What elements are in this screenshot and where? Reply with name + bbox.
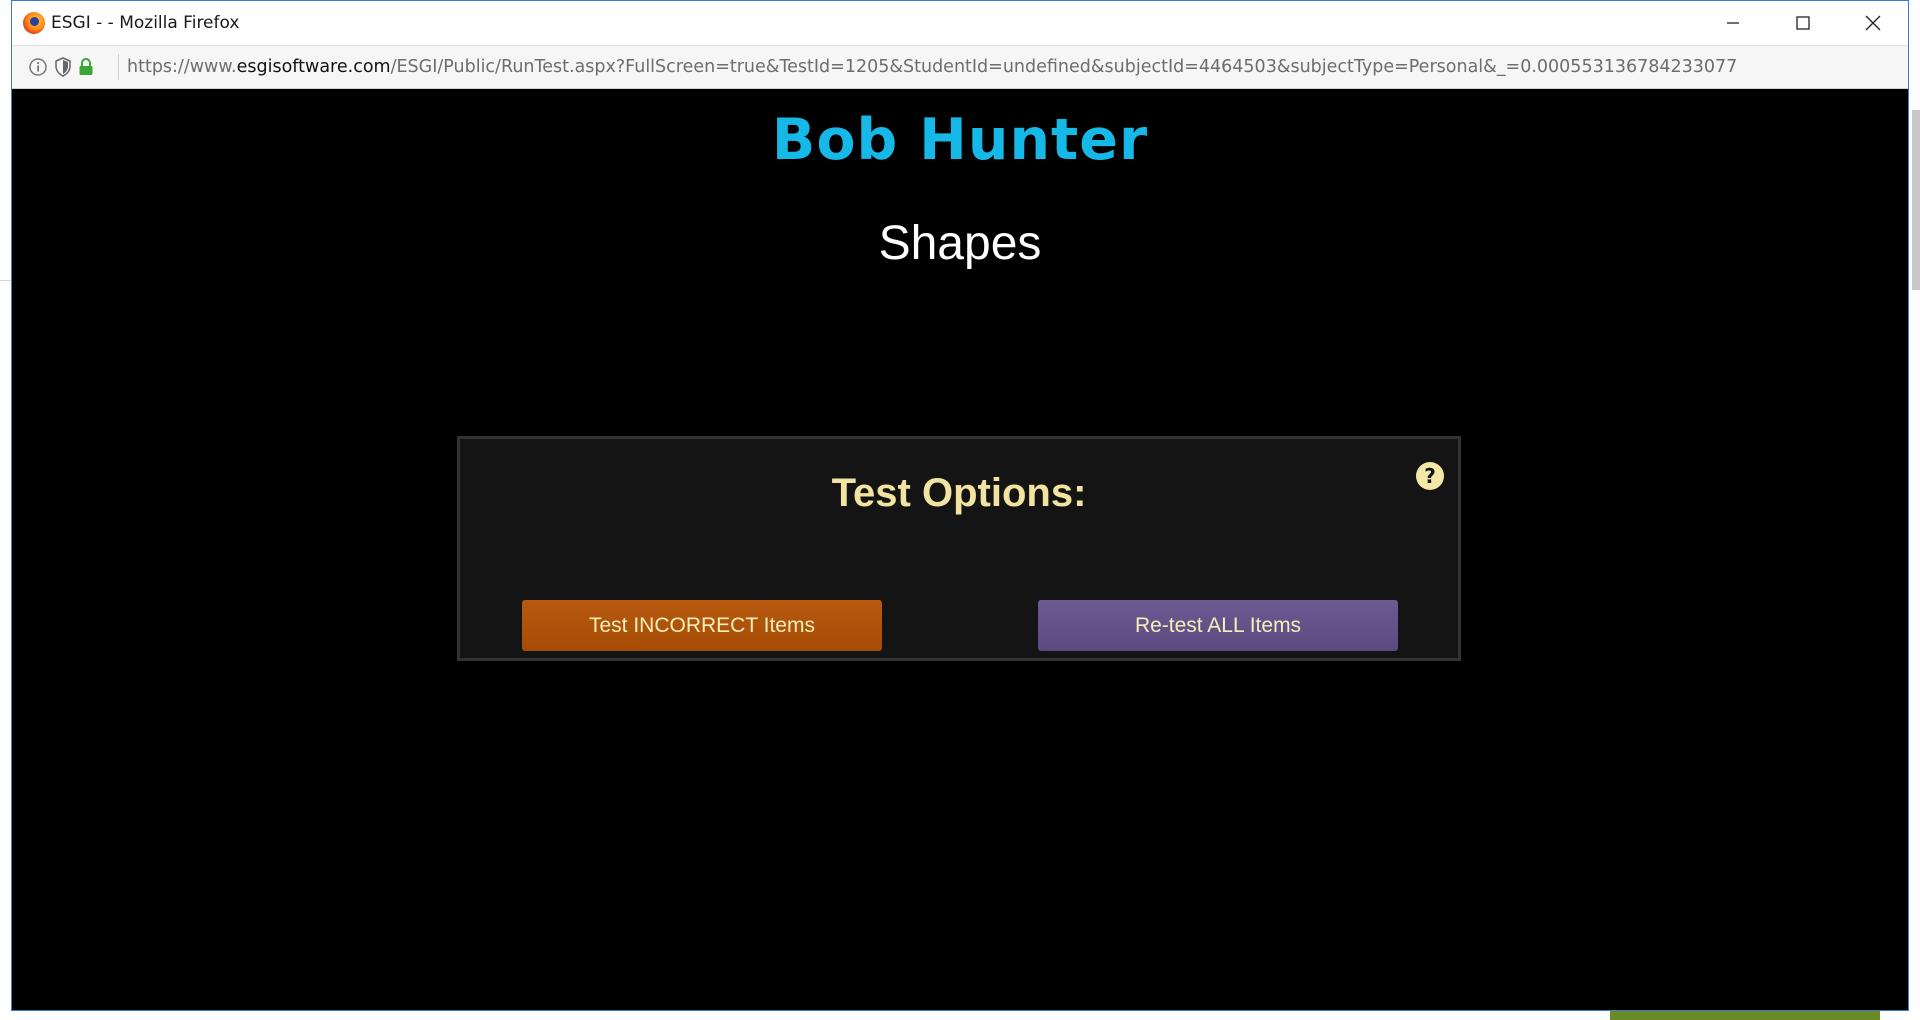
retest-all-items-button[interactable]: Re-test ALL Items xyxy=(1038,600,1398,651)
maximize-icon xyxy=(1796,16,1810,30)
test-options-panel: Test Options: ? Test INCORRECT Items Re-… xyxy=(457,436,1461,661)
lock-icon xyxy=(79,58,93,75)
minimize-button[interactable] xyxy=(1698,1,1768,45)
address-bar: https://www.esgisoftware.com/ESGI/Public… xyxy=(12,45,1908,89)
info-icon xyxy=(29,58,47,76)
minimize-icon xyxy=(1727,22,1739,24)
test-incorrect-items-button[interactable]: Test INCORRECT Items xyxy=(522,600,882,651)
firefox-icon xyxy=(23,12,45,34)
maximize-button[interactable] xyxy=(1768,1,1838,45)
close-icon xyxy=(1865,15,1881,31)
url-path: /ESGI/Public/RunTest.aspx?FullScreen=tru… xyxy=(390,57,1738,77)
url-input[interactable]: https://www.esgisoftware.com/ESGI/Public… xyxy=(127,57,1737,77)
close-button[interactable] xyxy=(1838,1,1908,45)
help-icon[interactable]: ? xyxy=(1416,462,1444,490)
browser-popup-window: ESGI - - Mozilla Firefox https://www.esg… xyxy=(11,0,1909,1011)
window-controls xyxy=(1698,1,1908,45)
window-titlebar: ESGI - - Mozilla Firefox xyxy=(12,1,1908,45)
background-scrollbar xyxy=(1912,110,1920,290)
url-separator xyxy=(118,54,119,80)
test-runner-page: Bob Hunter Shapes Test Options: ? Test I… xyxy=(12,89,1908,1010)
test-options-title: Test Options: xyxy=(831,471,1087,515)
shield-icon xyxy=(55,57,71,77)
window-title: ESGI - - Mozilla Firefox xyxy=(51,13,240,33)
url-prefix: https://www. xyxy=(127,57,237,77)
student-name: Bob Hunter xyxy=(771,107,1149,173)
site-identity-icons[interactable] xyxy=(28,57,118,77)
url-domain: esgisoftware.com xyxy=(236,57,391,77)
test-name: Shapes xyxy=(878,217,1042,270)
